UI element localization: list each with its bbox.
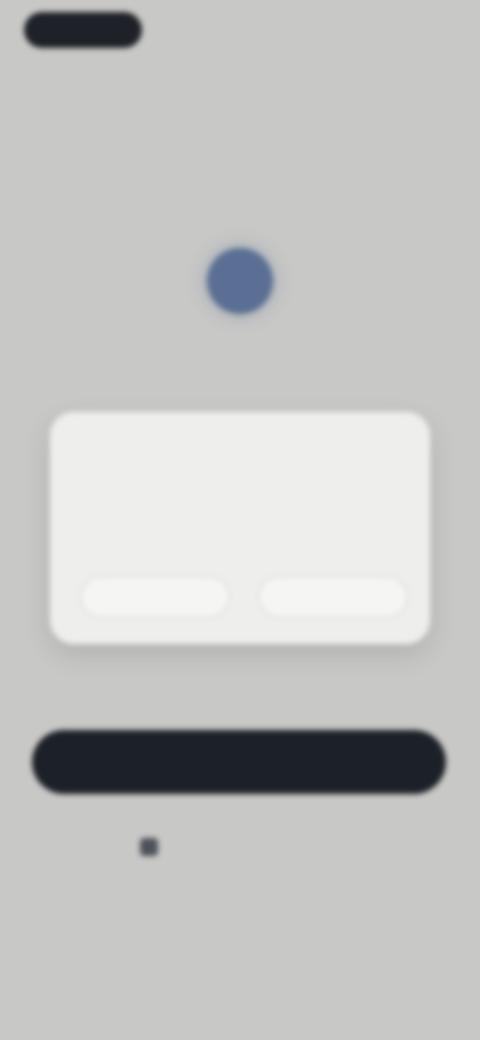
info-card	[50, 412, 430, 644]
secondary-link[interactable]	[140, 834, 340, 860]
link-icon	[140, 838, 158, 856]
avatar-circle-icon	[207, 248, 273, 314]
top-bar	[24, 12, 456, 48]
blurred-content	[0, 0, 480, 1040]
card-right-button[interactable]	[258, 576, 408, 618]
logo[interactable]	[24, 12, 142, 48]
screen	[0, 0, 480, 1040]
card-left-button[interactable]	[80, 576, 230, 618]
primary-button[interactable]	[32, 730, 446, 794]
